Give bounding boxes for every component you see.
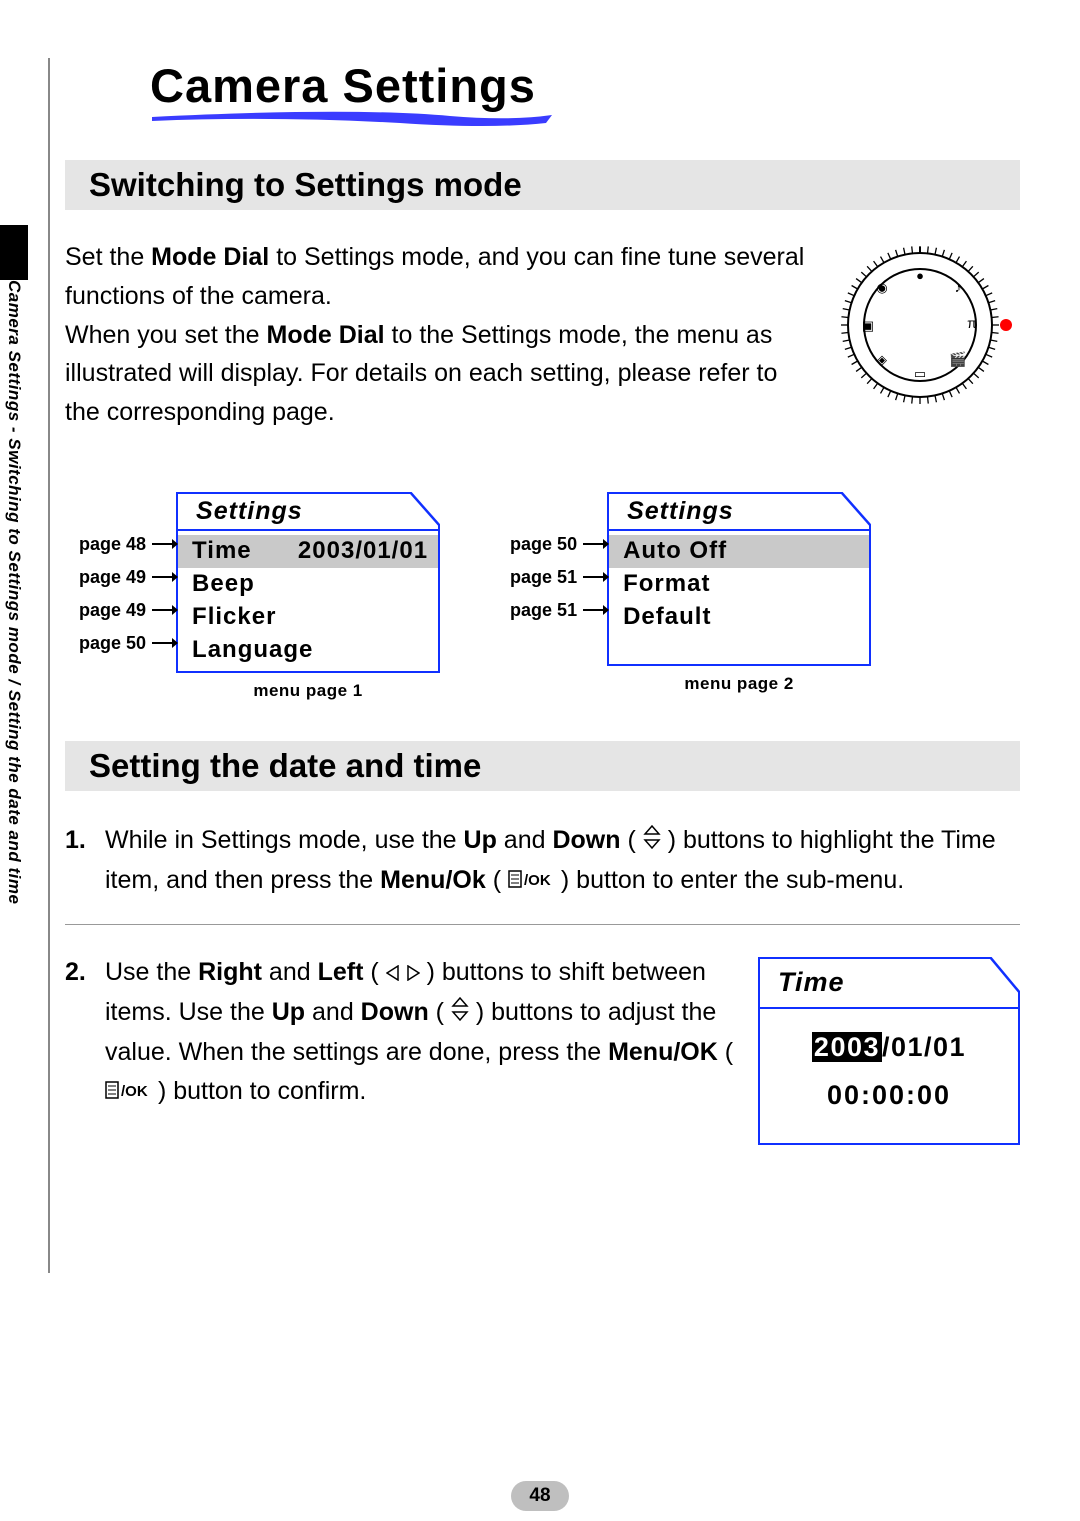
title-underline-swoosh [150, 111, 560, 129]
page-ref: page 50 [510, 534, 577, 555]
left-right-icon [386, 954, 420, 993]
page-ref: page 50 [79, 633, 146, 654]
intro-text: Set the Mode Dial to Settings mode, and … [65, 238, 810, 432]
menu-item-autooff: Auto Off [609, 535, 869, 568]
svg-text:/OK: /OK [524, 872, 551, 889]
section-heading-1: Switching to Settings mode [65, 160, 1020, 210]
menu-item-flicker: Flicker [178, 601, 438, 634]
corner-cut-icon [841, 492, 871, 526]
menu-item-time: Time2003/01/01 [178, 535, 438, 568]
mode-dial-illustration: ● ♪ π 🎬 ▭ ◈ ▣ ◉ [830, 240, 1020, 415]
page-ref: page 49 [79, 567, 146, 588]
svg-text:◉: ◉ [876, 280, 887, 295]
settings-menu-1: Settings Time2003/01/01 Beep Flicker Lan… [176, 492, 440, 673]
svg-text:/OK: /OK [121, 1083, 148, 1100]
page-number: 48 [0, 1481, 1080, 1511]
settings-menu-2: Settings Auto Off Format Default [607, 492, 871, 666]
section-heading-2: Setting the date and time [65, 741, 1020, 791]
menu-header: Settings [178, 494, 313, 529]
menu-ok-icon: /OK [508, 862, 554, 901]
corner-cut-icon [990, 957, 1020, 993]
menu-item-default: Default [609, 601, 869, 634]
menu-item-beep: Beep [178, 568, 438, 601]
time-header: Time [760, 959, 855, 1007]
menu-page-2: page 50 page 51 page 51 Settings Auto Of… [510, 492, 871, 694]
page-ref: page 49 [79, 600, 146, 621]
svg-text:🎬: 🎬 [949, 351, 966, 368]
svg-text:▭: ▭ [914, 366, 926, 381]
side-tab: Camera Settings - Switching to Settings … [0, 225, 30, 904]
step-number: 1. [65, 821, 95, 901]
up-down-icon [643, 822, 661, 861]
record-indicator-icon [1000, 319, 1012, 331]
page-ref: page 48 [79, 534, 146, 555]
menu-header: Settings [609, 494, 744, 529]
page-title: Camera Settings [150, 58, 560, 113]
step-number: 2. [65, 953, 95, 1111]
time-clock: 00:00:00 [760, 1075, 1018, 1117]
svg-text:♪: ♪ [955, 279, 962, 295]
svg-text:●: ● [916, 268, 924, 283]
svg-text:◈: ◈ [877, 352, 887, 367]
menu-caption-1: menu page 1 [176, 681, 440, 701]
time-submenu: Time 2003/01/01 00:00:00 [758, 957, 1020, 1145]
left-rule [48, 58, 50, 1273]
corner-cut-icon [410, 492, 440, 526]
page-ref: page 51 [510, 567, 577, 588]
up-down-icon [451, 994, 469, 1033]
svg-text:π: π [967, 315, 977, 331]
svg-text:▣: ▣ [862, 318, 874, 333]
page-ref: page 51 [510, 600, 577, 621]
menu-ok-icon: /OK [105, 1073, 151, 1112]
step-2: 2. Use the Right and Left ( ) buttons to… [65, 953, 738, 1111]
menu-item-format: Format [609, 568, 869, 601]
divider [65, 924, 1020, 925]
menu-item-language: Language [178, 634, 438, 667]
time-date: 2003/01/01 [760, 1027, 1018, 1069]
menu-caption-2: menu page 2 [607, 674, 871, 694]
menu-page-1: page 48 page 49 page 49 page 50 Settings… [79, 492, 440, 701]
step-1: 1. While in Settings mode, use the Up an… [65, 821, 1020, 901]
side-tab-text: Camera Settings - Switching to Settings … [5, 280, 24, 904]
page-title-wrap: Camera Settings [150, 58, 560, 134]
